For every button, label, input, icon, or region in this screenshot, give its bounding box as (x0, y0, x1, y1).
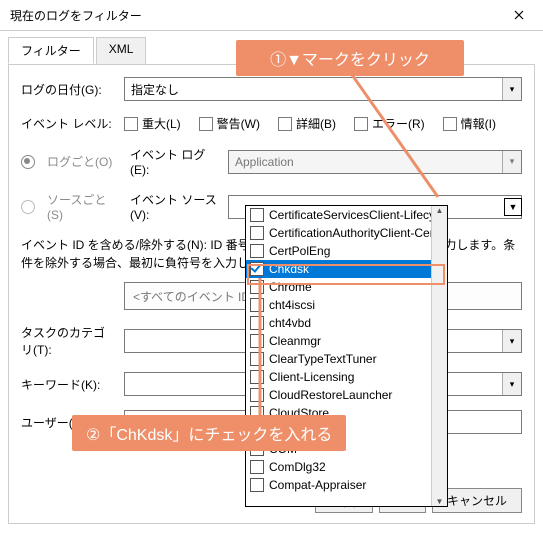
radio-bylog[interactable] (21, 155, 35, 169)
dropdown-button[interactable]: ▼ (504, 198, 522, 216)
label-keywords: キーワード(K): (21, 376, 116, 393)
dropdown-item[interactable]: cht4vbd (246, 314, 447, 332)
dropdown-item-label: cht4vbd (269, 316, 311, 330)
label-bylog: ログごと(O) (47, 153, 122, 170)
chevron-down-icon: ▾ (502, 330, 521, 352)
checkbox-icon (250, 370, 264, 384)
dropdown-item[interactable]: CloudRestoreLauncher (246, 386, 447, 404)
checkbox-icon (250, 226, 264, 240)
dropdown-item[interactable]: Client-Licensing (246, 368, 447, 386)
dropdown-item[interactable]: Chkdsk (246, 260, 447, 278)
dropdown-item[interactable]: ClearTypeTextTuner (246, 350, 447, 368)
checkbox-icon (250, 352, 264, 366)
callout-1: ①▼マークをクリック (236, 40, 464, 76)
dropdown-item[interactable]: Chrome (246, 278, 447, 296)
label-level: イベント レベル: (21, 115, 116, 132)
dropdown-item[interactable]: CertificateServicesClient-Lifecycle-Syst… (246, 206, 447, 224)
checkbox-icon (443, 117, 457, 131)
dropdown-item-label: CertificateServicesClient-Lifecycle-Syst… (269, 208, 447, 222)
dropdown-item-label: Client-Licensing (269, 370, 354, 384)
dropdown-item[interactable]: ComDlg32 (246, 458, 447, 476)
scroll-up-icon: ▲ (436, 206, 444, 215)
combo-logged-value: 指定なし (125, 81, 502, 98)
checkbox-icon (354, 117, 368, 131)
checkbox-icon (250, 244, 264, 258)
dropdown-item-label: Chrome (269, 280, 312, 294)
row-bylog: ログごと(O) イベント ログ(E): Application ▾ (21, 146, 522, 177)
callout-2: ②「ChKdsk」にチェックを入れる (72, 415, 346, 451)
radio-bysource[interactable] (21, 200, 35, 214)
dropdown-list: CertificateServicesClient-Lifecycle-Syst… (246, 206, 447, 506)
combo-eventlogs-value: Application (229, 155, 502, 169)
combo-logged[interactable]: 指定なし ▾ (124, 77, 522, 101)
cb-critical[interactable]: 重大(L) (124, 115, 181, 132)
close-button[interactable] (499, 3, 539, 27)
label-task: タスクのカテゴリ(T): (21, 324, 116, 358)
checkbox-icon (250, 262, 264, 276)
scroll-down-icon: ▼ (436, 497, 444, 506)
level-checkbox-group: 重大(L) 警告(W) 詳細(B) エラー(R) 情報(I) (124, 115, 522, 132)
dropdown-item-label: CertificationAuthorityClient-CertEnroll (269, 226, 447, 240)
dropdown-item-label: Cleanmgr (269, 334, 321, 348)
dialog-window: 現在のログをフィルター フィルター XML ログの日付(G): 指定なし ▾ イ… (0, 0, 543, 551)
dropdown-item[interactable]: Compat-Appraiser (246, 476, 447, 494)
dropdown-item-label: Compat-Appraiser (269, 478, 366, 492)
chevron-down-icon: ▾ (502, 78, 521, 100)
checkbox-icon (250, 478, 264, 492)
checkbox-icon (124, 117, 138, 131)
scrollbar[interactable]: ▲ ▼ (431, 206, 447, 506)
label-eventlogs: イベント ログ(E): (130, 146, 220, 177)
combo-eventlogs[interactable]: Application ▾ (228, 150, 522, 174)
label-bysource: ソースごと(S) (47, 191, 122, 222)
dropdown-item-label: CloudRestoreLauncher (269, 388, 392, 402)
cb-info[interactable]: 情報(I) (443, 115, 496, 132)
dropdown-item[interactable]: Cleanmgr (246, 332, 447, 350)
cb-warning[interactable]: 警告(W) (199, 115, 260, 132)
row-level: イベント レベル: 重大(L) 警告(W) 詳細(B) エラー(R) 情報(I) (21, 115, 522, 132)
cb-verbose[interactable]: 詳細(B) (278, 115, 336, 132)
checkbox-icon (278, 117, 292, 131)
checkbox-icon (250, 280, 264, 294)
checkbox-icon (199, 117, 213, 131)
dropdown-item-label: ClearTypeTextTuner (269, 352, 377, 366)
checkbox-icon (250, 388, 264, 402)
eventsources-dropdown[interactable]: CertificateServicesClient-Lifecycle-Syst… (245, 205, 448, 507)
dropdown-item[interactable]: CertificationAuthorityClient-CertEnroll (246, 224, 447, 242)
label-eventsources: イベント ソース(V): (130, 191, 220, 222)
tab-xml[interactable]: XML (96, 37, 147, 64)
row-logged: ログの日付(G): 指定なし ▾ (21, 77, 522, 101)
dropdown-item-label: CertPolEng (269, 244, 330, 258)
dropdown-item-label: ComDlg32 (269, 460, 326, 474)
checkbox-icon (250, 334, 264, 348)
dropdown-item[interactable]: CertPolEng (246, 242, 447, 260)
chevron-down-icon: ▾ (502, 151, 521, 173)
dropdown-item[interactable]: cht4iscsi (246, 296, 447, 314)
checkbox-icon (250, 460, 264, 474)
window-title: 現在のログをフィルター (10, 7, 142, 24)
cb-error[interactable]: エラー(R) (354, 115, 425, 132)
close-icon (514, 10, 524, 20)
checkbox-icon (250, 298, 264, 312)
dropdown-item-label: cht4iscsi (269, 298, 315, 312)
tab-filter[interactable]: フィルター (8, 37, 94, 64)
checkbox-icon (250, 208, 264, 222)
label-logged: ログの日付(G): (21, 81, 116, 98)
chevron-down-icon: ▾ (502, 373, 521, 395)
titlebar: 現在のログをフィルター (0, 0, 543, 31)
checkbox-icon (250, 316, 264, 330)
dropdown-item-label: Chkdsk (269, 262, 309, 276)
